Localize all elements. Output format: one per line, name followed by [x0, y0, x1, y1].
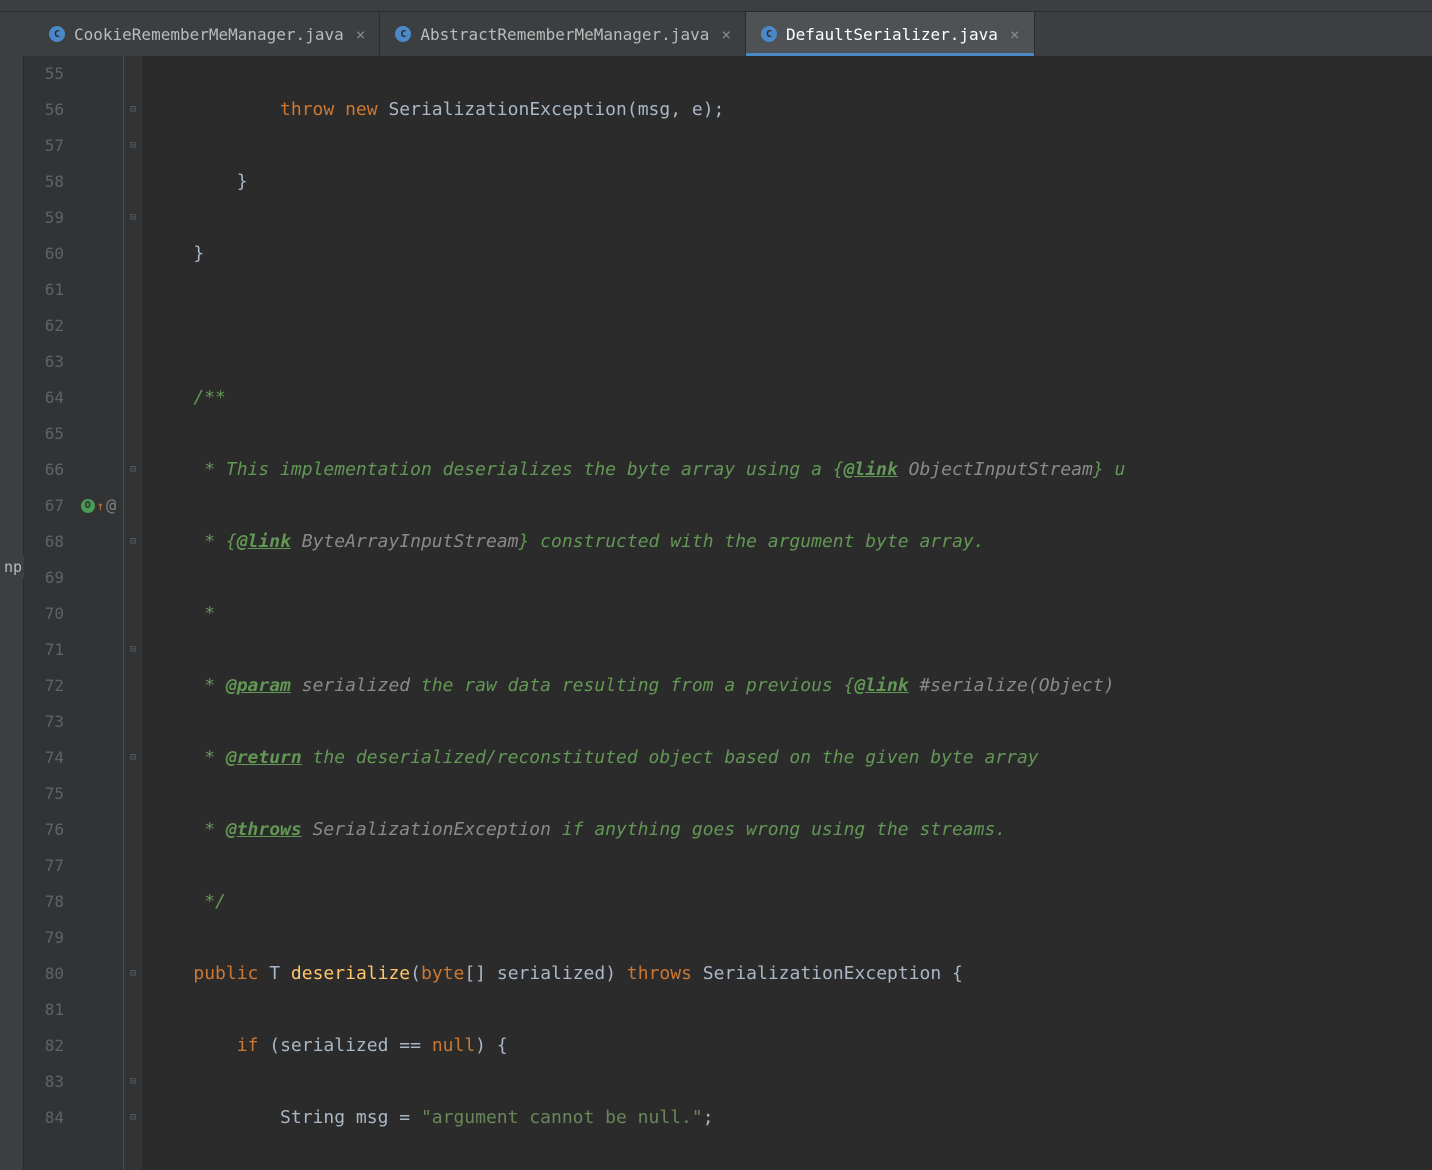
- code-line[interactable]: * {@link ByteArrayInputStream} construct…: [142, 524, 1432, 560]
- code-line[interactable]: * This implementation deserializes the b…: [142, 452, 1432, 488]
- arrow-up-icon: ↑: [97, 488, 104, 524]
- code-line[interactable]: String msg = "argument cannot be null.";: [142, 1100, 1432, 1136]
- java-class-icon: C: [760, 25, 778, 43]
- line-number[interactable]: 81: [24, 992, 64, 1028]
- close-icon[interactable]: ×: [352, 25, 366, 44]
- tab-label: DefaultSerializer.java: [786, 25, 998, 44]
- tab-default-serializer[interactable]: C DefaultSerializer.java ×: [746, 12, 1035, 56]
- editor-tabs: C CookieRememberMeManager.java × C Abstr…: [0, 12, 1432, 56]
- fold-icon[interactable]: ⊟: [124, 632, 142, 668]
- sidebar-np-label: np: [2, 556, 24, 578]
- line-number[interactable]: 57: [24, 128, 64, 164]
- left-tool-gutter: [0, 56, 24, 1170]
- fold-icon[interactable]: ⊟: [124, 128, 142, 164]
- line-number[interactable]: 60: [24, 236, 64, 272]
- java-class-icon: C: [394, 25, 412, 43]
- close-icon[interactable]: ×: [1006, 25, 1020, 44]
- tab-abstract-remember[interactable]: C AbstractRememberMeManager.java ×: [380, 12, 746, 56]
- line-number[interactable]: 71: [24, 632, 64, 668]
- java-class-icon: C: [48, 25, 66, 43]
- title-bar: [0, 0, 1432, 12]
- fold-icon[interactable]: ⊟: [124, 956, 142, 992]
- fold-icon[interactable]: ⊟: [124, 740, 142, 776]
- line-number[interactable]: 70: [24, 596, 64, 632]
- line-number[interactable]: 83: [24, 1064, 64, 1100]
- line-number[interactable]: 78: [24, 884, 64, 920]
- fold-icon[interactable]: ⊟: [124, 524, 142, 560]
- override-icon: O: [81, 499, 95, 513]
- line-number[interactable]: 64: [24, 380, 64, 416]
- fold-gutter: ⊟ ⊟ ⊟ ⊟ ⊟ ⊟ ⊟ ⊟ ⊟ ⊟: [124, 56, 142, 1170]
- line-number[interactable]: 80: [24, 956, 64, 992]
- line-number[interactable]: 59: [24, 200, 64, 236]
- code-line[interactable]: if (serialized == null) {: [142, 1028, 1432, 1064]
- code-line[interactable]: *: [142, 596, 1432, 632]
- override-marker[interactable]: O ↑ @: [74, 488, 123, 524]
- line-number[interactable]: 61: [24, 272, 64, 308]
- close-icon[interactable]: ×: [717, 25, 731, 44]
- editor-container: np 55 56 57 58 59 60 61 62 63 64 65 66 6…: [0, 56, 1432, 1170]
- code-line[interactable]: * @return the deserialized/reconstituted…: [142, 740, 1432, 776]
- at-icon: @: [106, 488, 116, 524]
- code-line[interactable]: [142, 308, 1432, 344]
- line-number[interactable]: 56: [24, 92, 64, 128]
- line-number[interactable]: 66: [24, 452, 64, 488]
- tab-label: CookieRememberMeManager.java: [74, 25, 344, 44]
- code-line[interactable]: throw new SerializationException(msg, e)…: [142, 92, 1432, 128]
- line-number[interactable]: 77: [24, 848, 64, 884]
- code-line[interactable]: * @param serialized the raw data resulti…: [142, 668, 1432, 704]
- fold-icon[interactable]: ⊟: [124, 92, 142, 128]
- code-line[interactable]: /**: [142, 380, 1432, 416]
- line-number[interactable]: 73: [24, 704, 64, 740]
- line-number-gutter: 55 56 57 58 59 60 61 62 63 64 65 66 67 6…: [24, 56, 74, 1170]
- code-line[interactable]: * @throws SerializationException if anyt…: [142, 812, 1432, 848]
- line-number[interactable]: 62: [24, 308, 64, 344]
- fold-icon[interactable]: ⊟: [124, 200, 142, 236]
- line-number[interactable]: 79: [24, 920, 64, 956]
- line-number[interactable]: 75: [24, 776, 64, 812]
- line-number[interactable]: 58: [24, 164, 64, 200]
- marker-gutter: O ↑ @: [74, 56, 124, 1170]
- code-editor[interactable]: throw new SerializationException(msg, e)…: [142, 56, 1432, 1170]
- line-number[interactable]: 67: [24, 488, 64, 524]
- line-number[interactable]: 63: [24, 344, 64, 380]
- code-line[interactable]: */: [142, 884, 1432, 920]
- tab-label: AbstractRememberMeManager.java: [420, 25, 709, 44]
- code-line[interactable]: }: [142, 236, 1432, 272]
- line-number[interactable]: 76: [24, 812, 64, 848]
- line-number[interactable]: 74: [24, 740, 64, 776]
- fold-icon[interactable]: ⊟: [124, 452, 142, 488]
- fold-icon[interactable]: ⊟: [124, 1064, 142, 1100]
- line-number[interactable]: 84: [24, 1100, 64, 1136]
- line-number[interactable]: 82: [24, 1028, 64, 1064]
- line-number[interactable]: 68: [24, 524, 64, 560]
- line-number[interactable]: 69: [24, 560, 64, 596]
- line-number[interactable]: 55: [24, 56, 64, 92]
- code-line[interactable]: public T deserialize(byte[] serialized) …: [142, 956, 1432, 992]
- fold-icon[interactable]: ⊟: [124, 1100, 142, 1136]
- line-number[interactable]: 72: [24, 668, 64, 704]
- line-number[interactable]: 65: [24, 416, 64, 452]
- code-line[interactable]: }: [142, 164, 1432, 200]
- tab-cookie-remember[interactable]: C CookieRememberMeManager.java ×: [34, 12, 380, 56]
